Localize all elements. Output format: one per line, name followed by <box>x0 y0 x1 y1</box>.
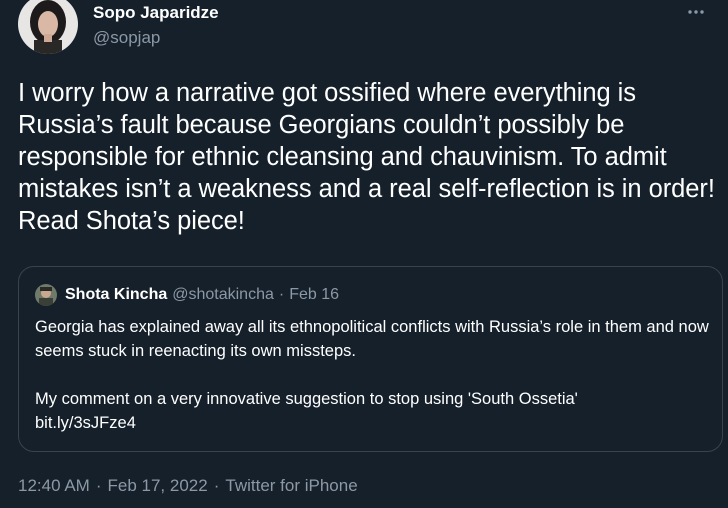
more-horizontal-icon <box>688 10 704 14</box>
tweet-date[interactable]: Feb 17, 2022 <box>108 476 208 495</box>
quoted-author-display-name: Shota Kincha <box>65 286 168 303</box>
quoted-tweet-header: Shota Kincha @shotakincha · Feb 16 <box>35 284 339 306</box>
quoted-paragraph-1: Georgia has explained away all its ethno… <box>35 318 709 360</box>
more-options-button[interactable] <box>682 2 710 22</box>
meta-separator: · <box>213 476 220 495</box>
tweet: Sopo Japaridze @sopjap I worry how a nar… <box>0 0 728 508</box>
quoted-paragraph-2: My comment on a very innovative suggesti… <box>35 390 578 408</box>
avatar[interactable] <box>18 0 78 54</box>
author-info: Sopo Japaridze @sopjap <box>93 2 219 49</box>
tweet-text: I worry how a narrative got ossified whe… <box>18 79 715 235</box>
tweet-meta: 12:40 AM · Feb 17, 2022 · Twitter for iPhone <box>18 475 358 497</box>
quoted-tweet[interactable]: Shota Kincha @shotakincha · Feb 16 Georg… <box>18 266 723 452</box>
tweet-time[interactable]: 12:40 AM <box>18 476 90 495</box>
quoted-tweet-body: Georgia has explained away all its ethno… <box>35 315 715 435</box>
tweet-source[interactable]: Twitter for iPhone <box>225 476 357 495</box>
quoted-link: bit.ly/3sJFze4 <box>35 414 136 432</box>
tweet-header: Sopo Japaridze @sopjap <box>18 0 718 58</box>
author-display-name[interactable]: Sopo Japaridze <box>93 2 219 24</box>
author-handle[interactable]: @sopjap <box>93 27 219 49</box>
quoted-author-avatar <box>35 284 57 306</box>
quoted-tweet-date: Feb 16 <box>289 286 340 303</box>
quoted-author-handle: @shotakincha <box>172 286 274 303</box>
quoted-separator: · <box>278 286 285 303</box>
meta-separator: · <box>95 476 102 495</box>
